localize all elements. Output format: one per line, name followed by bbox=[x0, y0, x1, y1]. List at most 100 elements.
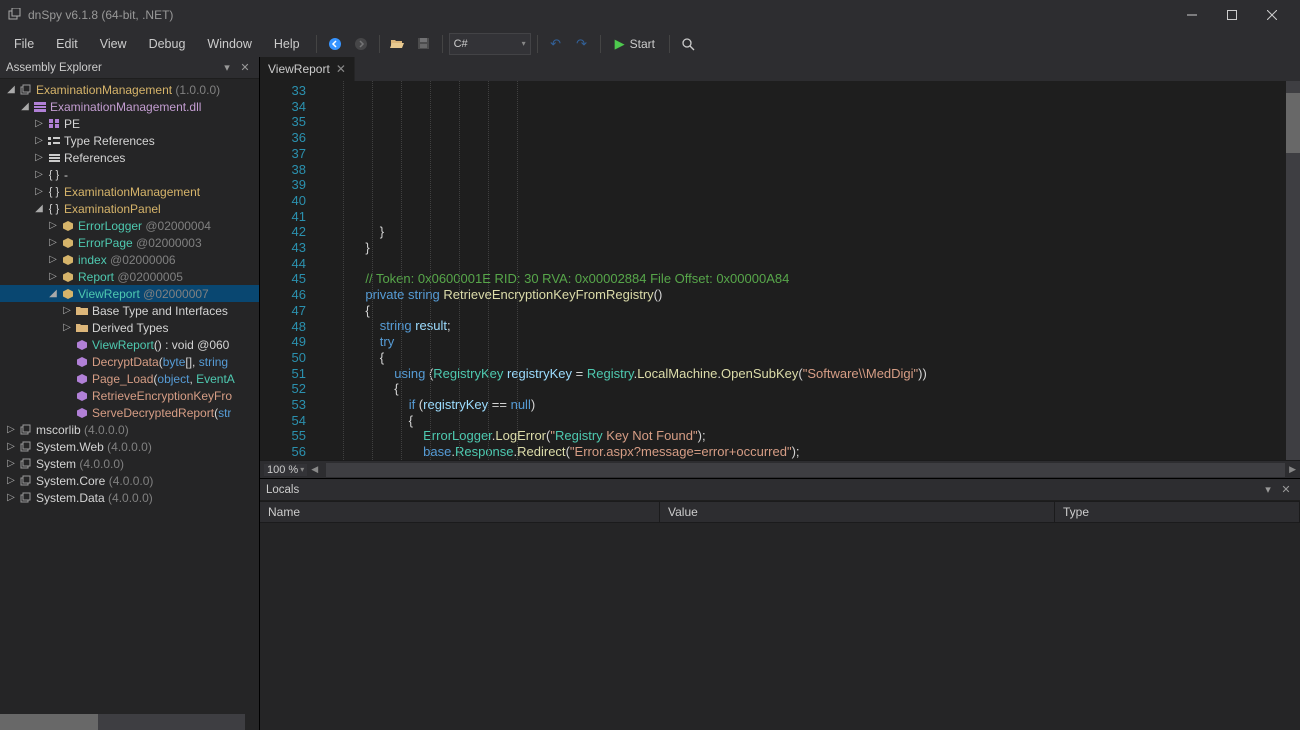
open-button[interactable] bbox=[386, 33, 410, 55]
class-icon bbox=[60, 237, 76, 249]
folder-icon bbox=[74, 323, 90, 333]
tree-node-class-errorlogger[interactable]: ▷ErrorLogger @02000004 bbox=[0, 217, 259, 234]
tree-node-class-viewreport[interactable]: ◢ViewReport @02000007 bbox=[0, 285, 259, 302]
editor-hscrollbar[interactable] bbox=[326, 463, 1285, 477]
tree-node-class-report[interactable]: ▷Report @02000005 bbox=[0, 268, 259, 285]
tree-node-systemweb[interactable]: ▷System.Web (4.0.0.0) bbox=[0, 438, 259, 455]
assembly-icon bbox=[18, 458, 34, 470]
tree-node-ns1[interactable]: ▷{ }ExaminationManagement bbox=[0, 183, 259, 200]
tree-node-base-types[interactable]: ▷Base Type and Interfaces bbox=[0, 302, 259, 319]
tree-node-systemcore[interactable]: ▷System.Core (4.0.0.0) bbox=[0, 472, 259, 489]
tab-viewreport[interactable]: ViewReport ✕ bbox=[260, 57, 355, 81]
menu-help[interactable]: Help bbox=[264, 33, 310, 55]
method-icon bbox=[74, 339, 90, 351]
class-icon bbox=[60, 254, 76, 266]
references-icon bbox=[46, 154, 62, 162]
menu-view[interactable]: View bbox=[90, 33, 137, 55]
tree-node-typerefs[interactable]: ▷Type References bbox=[0, 132, 259, 149]
window-title: dnSpy v6.1.8 (64-bit, .NET) bbox=[28, 8, 173, 22]
language-combo[interactable]: C#▾ bbox=[449, 33, 531, 55]
assembly-explorer-header[interactable]: Assembly Explorer ▾ ✕ bbox=[0, 57, 259, 79]
pe-icon bbox=[46, 119, 62, 128]
code-body[interactable]: } } // Token: 0x0600001E RID: 30 RVA: 0x… bbox=[316, 81, 1286, 460]
locals-panel: Locals ▾ ✕ Name Value Type bbox=[260, 478, 1300, 730]
class-icon bbox=[60, 288, 76, 300]
namespace-icon: { } bbox=[46, 169, 62, 181]
class-icon bbox=[60, 271, 76, 283]
assembly-explorer-panel: Assembly Explorer ▾ ✕ ◢ExaminationManage… bbox=[0, 57, 260, 730]
namespace-icon: { } bbox=[46, 203, 62, 215]
method-icon bbox=[74, 356, 90, 368]
assembly-icon bbox=[18, 424, 34, 436]
hscroll-right-icon[interactable]: ▶ bbox=[1289, 464, 1296, 475]
col-name[interactable]: Name bbox=[260, 502, 660, 522]
line-gutter: 3334353637383940414243444546474849505152… bbox=[260, 81, 316, 460]
tree-node-mscorlib[interactable]: ▷mscorlib (4.0.0.0) bbox=[0, 421, 259, 438]
module-icon bbox=[32, 102, 48, 112]
tree-node-method-ctor[interactable]: ViewReport() : void @060 bbox=[0, 336, 259, 353]
tree-node-class-errorpage[interactable]: ▷ErrorPage @02000003 bbox=[0, 234, 259, 251]
editor-vscrollbar[interactable] bbox=[1286, 81, 1300, 460]
locals-header[interactable]: Locals ▾ ✕ bbox=[260, 479, 1300, 501]
panel-dropdown-icon[interactable]: ▾ bbox=[1260, 483, 1276, 496]
assembly-icon bbox=[18, 441, 34, 453]
method-icon bbox=[74, 373, 90, 385]
hscroll-left-icon[interactable]: ◀ bbox=[311, 464, 318, 475]
tree-node-method-serve[interactable]: ServeDecryptedReport(str bbox=[0, 404, 259, 421]
tree-node-refs[interactable]: ▷References bbox=[0, 149, 259, 166]
tab-close-icon[interactable]: ✕ bbox=[336, 62, 346, 76]
search-button[interactable] bbox=[676, 33, 700, 55]
code-editor[interactable]: 3334353637383940414243444546474849505152… bbox=[260, 81, 1300, 460]
editor-tabstrip: ViewReport ✕ bbox=[260, 57, 1300, 81]
maximize-button[interactable] bbox=[1212, 0, 1252, 30]
assembly-icon bbox=[18, 492, 34, 504]
tree-node-derived-types[interactable]: ▷Derived Types bbox=[0, 319, 259, 336]
assembly-tree[interactable]: ◢ExaminationManagement (1.0.0.0) ◢Examin… bbox=[0, 79, 259, 714]
method-icon bbox=[74, 390, 90, 402]
menu-debug[interactable]: Debug bbox=[139, 33, 196, 55]
minimize-button[interactable] bbox=[1172, 0, 1212, 30]
tree-hscrollbar[interactable] bbox=[0, 714, 245, 730]
save-button[interactable] bbox=[412, 33, 436, 55]
folder-icon bbox=[74, 306, 90, 316]
tree-node-class-index[interactable]: ▷index @02000006 bbox=[0, 251, 259, 268]
locals-columns: Name Value Type bbox=[260, 501, 1300, 523]
col-value[interactable]: Value bbox=[660, 502, 1055, 522]
class-icon bbox=[60, 220, 76, 232]
assembly-icon bbox=[18, 84, 34, 96]
namespace-icon: { } bbox=[46, 186, 62, 198]
locals-body bbox=[260, 523, 1300, 730]
app-icon bbox=[8, 8, 22, 22]
panel-close-icon[interactable]: ✕ bbox=[237, 61, 253, 74]
tree-node-ns2[interactable]: ◢{ }ExaminationPanel bbox=[0, 200, 259, 217]
tree-node-system[interactable]: ▷System (4.0.0.0) bbox=[0, 455, 259, 472]
tree-node-blank-ns[interactable]: ▷{ }- bbox=[0, 166, 259, 183]
menu-edit[interactable]: Edit bbox=[46, 33, 88, 55]
start-debug-button[interactable]: ▶Start bbox=[607, 34, 663, 54]
tree-node-module[interactable]: ◢ExaminationManagement.dll bbox=[0, 98, 259, 115]
tree-node-systemdata[interactable]: ▷System.Data (4.0.0.0) bbox=[0, 489, 259, 506]
menu-file[interactable]: File bbox=[4, 33, 44, 55]
menu-window[interactable]: Window bbox=[197, 33, 261, 55]
redo-button[interactable]: ↷ bbox=[570, 33, 594, 55]
tree-node-pe[interactable]: ▷PE bbox=[0, 115, 259, 132]
play-icon: ▶ bbox=[615, 36, 625, 52]
tree-node-method-retrieve[interactable]: RetrieveEncryptionKeyFro bbox=[0, 387, 259, 404]
col-type[interactable]: Type bbox=[1055, 502, 1300, 522]
panel-dropdown-icon[interactable]: ▾ bbox=[219, 61, 235, 74]
method-icon bbox=[74, 407, 90, 419]
undo-button[interactable]: ↶ bbox=[544, 33, 568, 55]
tree-node-method-decrypt[interactable]: DecryptData(byte[], (byte[], stringstrin… bbox=[0, 353, 259, 370]
editor-statusbar: 100 %▾ ◀ ▶ bbox=[260, 460, 1300, 478]
panel-close-icon[interactable]: ✕ bbox=[1278, 483, 1294, 496]
tree-node-method-pageload[interactable]: Page_Load(object, EventA bbox=[0, 370, 259, 387]
nav-forward-button[interactable] bbox=[349, 33, 373, 55]
zoom-combo[interactable]: 100 %▾ bbox=[264, 464, 307, 476]
menubar: File Edit View Debug Window Help C#▾ ↶ ↷… bbox=[0, 30, 1300, 57]
nav-back-button[interactable] bbox=[323, 33, 347, 55]
titlebar: dnSpy v6.1.8 (64-bit, .NET) bbox=[0, 0, 1300, 30]
tree-node-assembly[interactable]: ◢ExaminationManagement (1.0.0.0) bbox=[0, 81, 259, 98]
close-button[interactable] bbox=[1252, 0, 1292, 30]
typeref-icon bbox=[46, 137, 62, 145]
assembly-icon bbox=[18, 475, 34, 487]
